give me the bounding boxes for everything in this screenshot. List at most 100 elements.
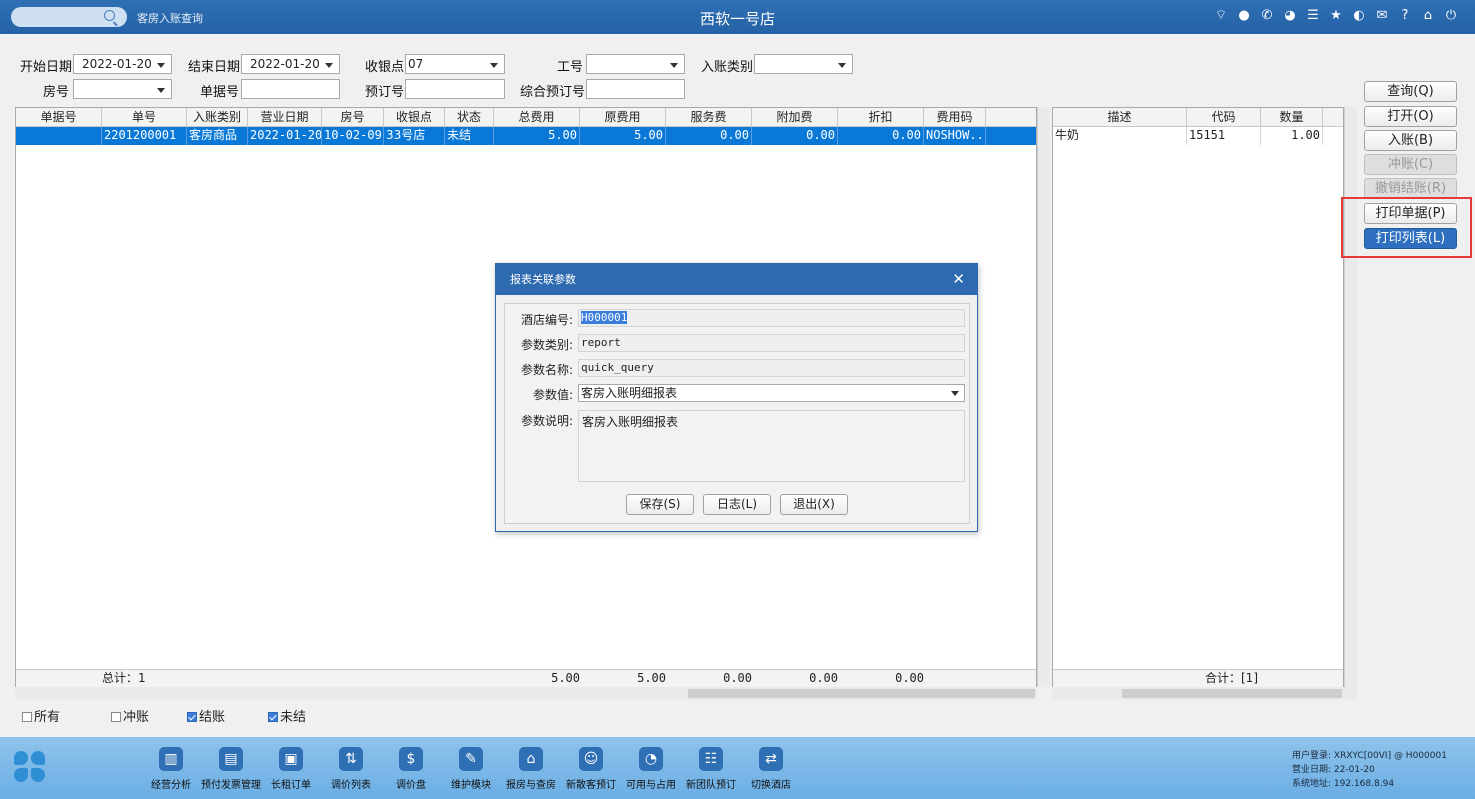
room-label: 房号 bbox=[43, 85, 70, 100]
checkbox-checked-icon[interactable] bbox=[187, 712, 197, 722]
col-discount[interactable]: 折扣 bbox=[838, 108, 924, 127]
search-icon[interactable] bbox=[104, 10, 115, 21]
invoice-icon: ▤ bbox=[219, 747, 243, 771]
detail-grid-hscroll[interactable] bbox=[1052, 687, 1357, 700]
save-button[interactable]: 保存(S) bbox=[626, 494, 694, 515]
palette-icon[interactable]: ◕ bbox=[1282, 8, 1298, 24]
detail-grid-vscroll[interactable] bbox=[1344, 107, 1357, 687]
chat-icon[interactable]: ● bbox=[1236, 8, 1252, 24]
theme-icon[interactable]: ◐ bbox=[1351, 8, 1367, 24]
filter-unsettled-checkbox[interactable]: 未结 bbox=[268, 706, 306, 725]
hotel-code-field[interactable]: H000001 bbox=[578, 309, 965, 327]
global-search-input[interactable] bbox=[11, 7, 127, 27]
end-date-field[interactable]: 2022-01-20 bbox=[241, 54, 340, 74]
room-select[interactable] bbox=[73, 79, 172, 99]
menu-icon[interactable]: ☰ bbox=[1305, 8, 1321, 24]
category-label: 入账类别 bbox=[701, 60, 754, 75]
user-label: 用户登录: bbox=[1292, 751, 1332, 761]
col-description[interactable]: 描述 bbox=[1053, 108, 1187, 127]
bar-chart-icon: ▥ bbox=[159, 747, 183, 771]
param-value-select[interactable]: 客房入账明细报表 bbox=[578, 384, 965, 402]
cell-bill-no bbox=[16, 127, 102, 145]
start-date-label: 开始日期 bbox=[20, 60, 73, 75]
price-list-icon: ⇅ bbox=[339, 747, 363, 771]
wrench-icon: ✎ bbox=[459, 747, 483, 771]
category-select[interactable] bbox=[754, 54, 853, 74]
col-order-no[interactable]: 单号 bbox=[102, 108, 187, 127]
bill-input[interactable] bbox=[241, 79, 340, 99]
app-logo-icon[interactable] bbox=[14, 751, 46, 783]
reverse-button[interactable]: 冲账(C) bbox=[1364, 154, 1457, 175]
col-bill-no[interactable]: 单据号 bbox=[16, 108, 102, 127]
col-quantity[interactable]: 数量 bbox=[1261, 108, 1323, 127]
param-type-field[interactable]: report bbox=[578, 334, 965, 352]
switch-icon: ⇄ bbox=[759, 747, 783, 771]
col-extra[interactable]: 附加费 bbox=[752, 108, 838, 127]
taskbar-switch-hotel[interactable]: ⇄ 切换酒店 bbox=[736, 747, 806, 791]
filter-all-checkbox[interactable]: 所有 bbox=[22, 706, 60, 725]
end-date-label: 结束日期 bbox=[188, 60, 241, 75]
worker-select[interactable] bbox=[586, 54, 685, 74]
col-category[interactable]: 入账类别 bbox=[187, 108, 248, 127]
param-desc-textarea[interactable]: 客房入账明细报表 bbox=[578, 410, 965, 482]
col-total[interactable]: 总费用 bbox=[494, 108, 580, 127]
checkbox-label: 所有 bbox=[34, 710, 61, 725]
main-grid-hscroll[interactable] bbox=[15, 687, 1037, 700]
col-cashier[interactable]: 收银点 bbox=[384, 108, 445, 127]
main-grid-footer: 总计：1 5.00 5.00 0.00 0.00 0.00 bbox=[16, 669, 1036, 687]
wifi-icon[interactable]: ⌔ bbox=[1213, 8, 1229, 24]
help-icon[interactable]: ? bbox=[1397, 8, 1413, 24]
col-original[interactable]: 原费用 bbox=[580, 108, 666, 127]
cell-description: 牛奶 bbox=[1053, 127, 1187, 145]
report-params-dialog: 报表关联参数 ✕ 酒店编号: H000001 参数类别: report 参数名称… bbox=[495, 263, 978, 532]
list-item[interactable]: 牛奶 15151 1.00 bbox=[1053, 127, 1343, 145]
home-icon[interactable]: ⌂ bbox=[1420, 8, 1436, 24]
checkbox-icon[interactable] bbox=[22, 712, 32, 722]
power-icon[interactable]: ⏻ bbox=[1443, 8, 1459, 24]
dialog-title-bar[interactable]: 报表关联参数 ✕ bbox=[496, 264, 977, 295]
filter-reversed-checkbox[interactable]: 冲账 bbox=[111, 706, 149, 725]
checkbox-checked-icon[interactable] bbox=[268, 712, 278, 722]
taskbar-label: 切换酒店 bbox=[751, 780, 791, 791]
group-booking-input[interactable] bbox=[586, 79, 685, 99]
param-name-field[interactable]: quick_query bbox=[578, 359, 965, 377]
open-button[interactable]: 打开(O) bbox=[1364, 106, 1457, 127]
param-name-label: 参数名称: bbox=[520, 363, 573, 377]
query-button[interactable]: 查询(Q) bbox=[1364, 81, 1457, 102]
pie-icon: ◔ bbox=[639, 747, 663, 771]
close-icon[interactable]: ✕ bbox=[952, 264, 965, 295]
bottom-taskbar: ▥ 经营分析 ▤ 预付发票管理 ▣ 长租订单 ⇅ 调价列表 $ 调价盘 ✎ 维护模块 ⌂ 报房… bbox=[0, 737, 1475, 799]
detail-footer-total: 合计：[1] bbox=[1205, 671, 1258, 685]
title-bar: 客房入账查询 西软一号店 ⌔ ● ✆ ◕ ☰ ★ ◐ ✉ ? ⌂ ⏻ bbox=[0, 0, 1475, 34]
cancel-settle-button[interactable]: 撤销结账(R) bbox=[1364, 178, 1457, 199]
cell-order-no: 2201200001 bbox=[102, 127, 187, 145]
main-grid-vscroll[interactable] bbox=[1037, 107, 1050, 687]
log-button[interactable]: 日志(L) bbox=[703, 494, 771, 515]
user-value: XRXYC[00VI] @ H000001 bbox=[1333, 751, 1447, 761]
detail-grid: 描述 代码 数量 牛奶 15151 1.00 合计：[1] bbox=[1052, 107, 1344, 687]
footer-discount: 0.00 bbox=[895, 671, 924, 685]
cell-status: 未结 bbox=[445, 127, 494, 145]
table-row[interactable]: 2201200001 客房商品 2022-01-20 10-02-09 33号店… bbox=[16, 127, 1036, 145]
post-button[interactable]: 入账(B) bbox=[1364, 130, 1457, 151]
param-value-label: 参数值: bbox=[532, 388, 573, 402]
sysaddr-label: 系统地址: bbox=[1292, 779, 1332, 789]
cashier-select[interactable]: 07 bbox=[405, 54, 505, 74]
col-fee-code[interactable]: 费用码 bbox=[924, 108, 986, 127]
col-room[interactable]: 房号 bbox=[322, 108, 384, 127]
col-biz-date[interactable]: 营业日期 bbox=[248, 108, 322, 127]
filter-settled-checkbox[interactable]: 结账 bbox=[187, 706, 225, 725]
checkbox-label: 未结 bbox=[280, 710, 307, 725]
booking-input[interactable] bbox=[405, 79, 505, 99]
checkbox-icon[interactable] bbox=[111, 712, 121, 722]
col-status[interactable]: 状态 bbox=[445, 108, 494, 127]
exit-button[interactable]: 退出(X) bbox=[780, 494, 848, 515]
phone-icon[interactable]: ✆ bbox=[1259, 8, 1275, 24]
cell-quantity: 1.00 bbox=[1261, 127, 1323, 145]
cell-category: 客房商品 bbox=[187, 127, 248, 145]
mail-icon[interactable]: ✉ bbox=[1374, 8, 1390, 24]
col-service[interactable]: 服务费 bbox=[666, 108, 752, 127]
start-date-field[interactable]: 2022-01-20 bbox=[73, 54, 172, 74]
star-icon[interactable]: ★ bbox=[1328, 8, 1344, 24]
col-code[interactable]: 代码 bbox=[1187, 108, 1261, 127]
